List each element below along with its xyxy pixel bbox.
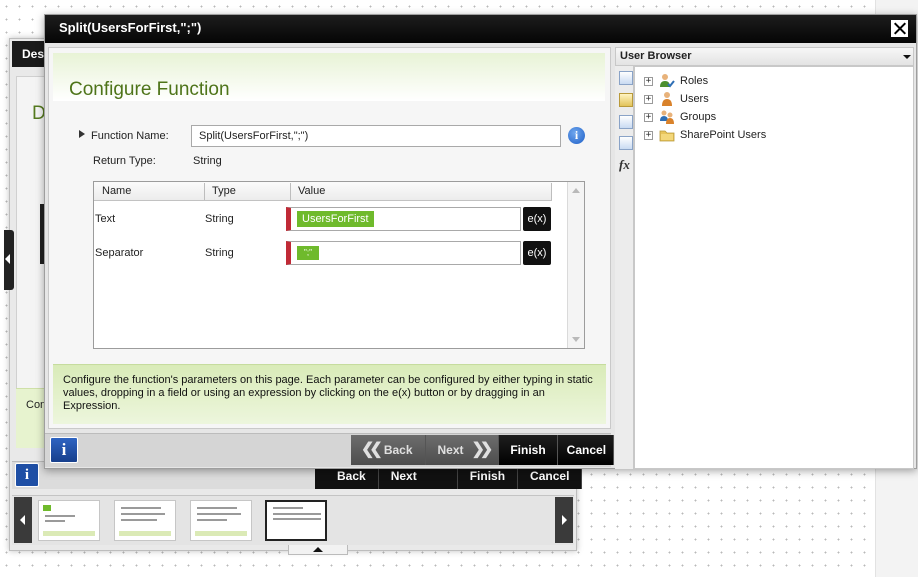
return-type-label: Return Type: [93, 155, 156, 167]
column-header-type[interactable]: Type [212, 185, 236, 197]
field-token[interactable]: ";" [297, 246, 319, 260]
groups-icon [660, 110, 674, 124]
param-name: Text [95, 213, 116, 225]
expression-button[interactable]: e(x) [523, 207, 551, 231]
user-browser-tree [634, 66, 914, 469]
param-name: Separator [95, 247, 144, 259]
roles-icon [660, 74, 675, 88]
expand-icon[interactable]: + [644, 113, 653, 122]
environment-browser-icon[interactable] [619, 115, 633, 129]
param-value-field[interactable]: ";" [286, 241, 521, 265]
page-title: Configure Function [69, 79, 230, 100]
k2-logo-icon [43, 505, 51, 511]
background-info-button[interactable]: i [15, 463, 39, 487]
return-type-value: String [193, 155, 222, 167]
help-text: Configure the function's parameters on t… [63, 374, 593, 412]
thumbnail-scroll-left-button[interactable] [14, 497, 32, 543]
tree-item-sharepoint-users[interactable]: SharePoint Users [680, 129, 766, 141]
wizard-page-thumbnail[interactable] [190, 500, 252, 541]
chevron-left-icon [5, 254, 10, 264]
next-button-label: Next [437, 443, 464, 457]
sharepoint-users-icon [659, 130, 675, 142]
wizard-page-thumbnail[interactable] [114, 500, 176, 541]
double-chevron-left-icon: ❮❮ [361, 441, 383, 458]
tree-item-groups[interactable]: Groups [680, 111, 716, 123]
workflow-browser-icon[interactable] [619, 136, 633, 150]
expand-icon[interactable]: + [644, 77, 653, 86]
chevron-left-icon [20, 515, 25, 525]
param-value-field[interactable]: UsersForFirst [286, 207, 521, 231]
expand-icon[interactable]: + [644, 95, 653, 104]
wizard-page-thumbnail-selected[interactable] [265, 500, 327, 541]
finish-button[interactable]: Finish [499, 435, 558, 465]
info-icon[interactable]: i [568, 127, 585, 144]
function-name-input[interactable]: Split(UsersForFirst,";") [191, 125, 561, 147]
cancel-button[interactable]: Cancel [557, 435, 615, 465]
tree-item-roles[interactable]: Roles [680, 75, 708, 87]
context-browser-icon[interactable] [619, 71, 633, 85]
param-type: String [205, 213, 234, 225]
close-icon[interactable] [891, 20, 908, 37]
user-browser-title: User Browser [620, 50, 692, 62]
dialog-info-button[interactable]: i [50, 437, 78, 463]
function-name-label: Function Name: [91, 130, 169, 142]
dialog-title: Split(UsersForFirst,";") [59, 20, 202, 35]
users-icon [662, 92, 672, 106]
expand-arrow-icon[interactable] [79, 130, 85, 138]
grid-scrollbar[interactable] [567, 182, 584, 348]
back-button[interactable]: ❮❮ Back [351, 435, 426, 465]
chevron-right-icon [562, 515, 567, 525]
expression-button[interactable]: e(x) [523, 241, 551, 265]
double-chevron-right-icon: ❯❯ [471, 441, 494, 458]
back-button-label: Back [383, 443, 413, 457]
tree-item-users[interactable]: Users [680, 93, 709, 105]
scroll-up-icon[interactable] [572, 188, 580, 193]
thumbnail-scroll-right-button[interactable] [555, 497, 573, 543]
object-browser-icon[interactable] [619, 93, 633, 107]
column-header-value[interactable]: Value [298, 185, 325, 197]
dropdown-arrow-icon[interactable] [903, 55, 911, 59]
functions-browser-icon[interactable]: fx [619, 157, 630, 173]
caret-up-icon [313, 547, 323, 552]
param-type: String [205, 247, 234, 259]
next-button[interactable]: Next ❯❯ [425, 435, 500, 465]
wizard-nav-buttons: ❮❮ Back Next ❯❯ Finish Cancel [351, 435, 615, 465]
wizard-page-thumbnail[interactable] [38, 500, 100, 541]
column-header-name[interactable]: Name [102, 185, 131, 197]
field-token[interactable]: UsersForFirst [297, 211, 374, 227]
expand-icon[interactable]: + [644, 131, 653, 140]
scroll-down-icon[interactable] [572, 337, 580, 342]
